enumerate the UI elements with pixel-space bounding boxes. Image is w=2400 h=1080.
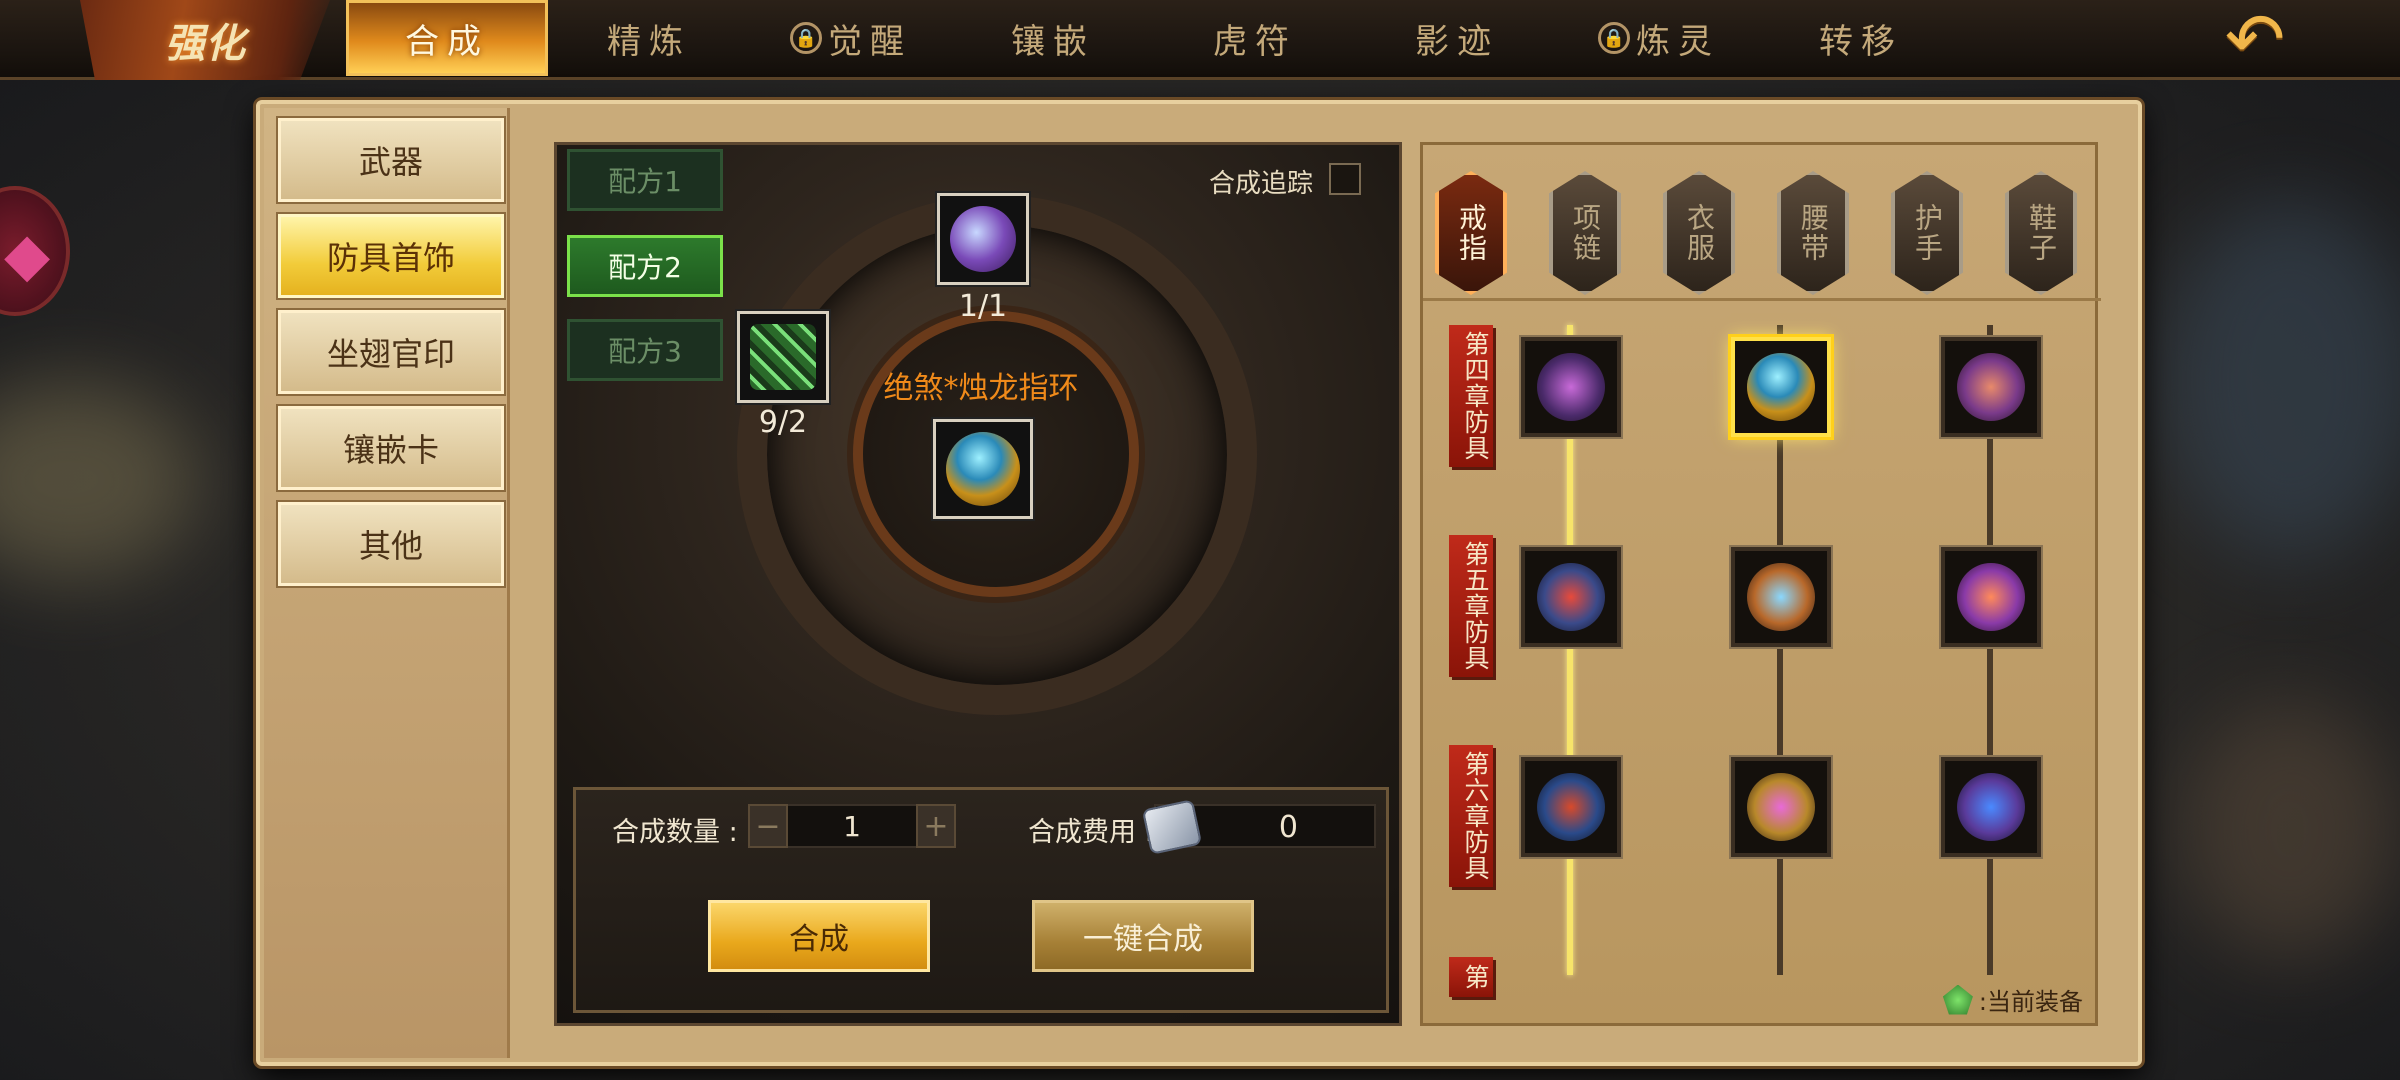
tab-tiger-tally[interactable]: 虎符: [1154, 0, 1356, 76]
category-other[interactable]: 其他: [278, 502, 504, 586]
category-sidebar: 武器 防具首饰 坐翅官印 镶嵌卡 其他: [264, 108, 510, 1058]
one-key-synthesize-button[interactable]: 一键合成: [1032, 900, 1254, 972]
slot-tab-shoes[interactable]: 鞋子: [2005, 171, 2077, 295]
equipment-slot[interactable]: [1941, 337, 2041, 437]
increase-quantity-button[interactable]: +: [916, 804, 956, 848]
ring-icon: [1537, 353, 1605, 421]
top-tabs: 合成 精炼 🔒 觉醒 镶嵌 虎符 影迹 🔒 炼灵 转移: [346, 0, 1962, 80]
ring-icon: [946, 432, 1020, 506]
synthesize-button[interactable]: 合成: [708, 900, 930, 972]
material-ring-slot[interactable]: [937, 193, 1029, 285]
tab-synthesize[interactable]: 合成: [346, 0, 548, 76]
equipment-slot[interactable]: [1941, 757, 2041, 857]
category-inlay-card[interactable]: 镶嵌卡: [278, 406, 504, 490]
chapter-5-label: 第五章防具: [1449, 535, 1493, 677]
ring-icon: [1957, 563, 2025, 631]
quantity-value[interactable]: 1: [788, 804, 916, 848]
quantity-stepper: − 1 +: [748, 804, 956, 848]
cost-value: 0: [1278, 810, 1298, 845]
ring-icon: [1957, 353, 2025, 421]
craft-controls: 合成数量 : − 1 + 合成费用 : 0 合成 一键合成: [573, 787, 1389, 1013]
category-mount-seal[interactable]: 坐翅官印: [278, 310, 504, 394]
material-chain-count: 9/2: [758, 405, 808, 440]
current-equipment-icon: [1942, 984, 1973, 1015]
ring-icon: [1537, 563, 1605, 631]
equipment-slot[interactable]: [1521, 757, 1621, 857]
tab-awaken[interactable]: 🔒 觉醒: [750, 0, 952, 76]
ring-icon: [1747, 773, 1815, 841]
top-nav-bar: 强化 合成 精炼 🔒 觉醒 镶嵌 虎符 影迹 🔒 炼灵 转移 ↶: [0, 0, 2400, 80]
synthesis-panel: 武器 防具首饰 坐翅官印 镶嵌卡 其他 配方1 配方2 配方3 合成追踪 1/1…: [256, 100, 2142, 1066]
tab-shadow-trace[interactable]: 影迹: [1356, 0, 1558, 76]
result-ring-slot[interactable]: [933, 419, 1033, 519]
track-synthesis-checkbox[interactable]: [1329, 163, 1361, 195]
equipment-slot[interactable]: [1941, 547, 2041, 647]
ring-icon: [1747, 563, 1815, 631]
recipe-area: 配方1 配方2 配方3 合成追踪 1/1 9/2 绝煞*烛龙指环 合成数量 : …: [554, 142, 1402, 1026]
background-blur: [2160, 200, 2400, 560]
recipe-2-button[interactable]: 配方2: [567, 235, 723, 297]
equipment-slot[interactable]: [1731, 757, 1831, 857]
category-weapon[interactable]: 武器: [278, 118, 504, 202]
equipment-slot[interactable]: [1521, 547, 1621, 647]
decrease-quantity-button[interactable]: −: [748, 804, 788, 848]
equipment-slot-selected[interactable]: [1731, 337, 1831, 437]
chapter-7-label: 第: [1449, 957, 1493, 997]
side-gem-icon[interactable]: ◆: [0, 186, 70, 316]
ring-icon: [1537, 773, 1605, 841]
tab-spirit-forge[interactable]: 🔒 炼灵: [1558, 0, 1760, 76]
cost-label: 合成费用 :: [1028, 817, 1154, 848]
current-equipment-legend: :当前装备: [1942, 982, 2083, 1017]
silver-currency-icon: [1141, 799, 1203, 855]
track-synthesis-label: 合成追踪: [1208, 169, 1313, 199]
quantity-label: 合成数量 :: [612, 817, 738, 848]
tab-transfer[interactable]: 转移: [1760, 0, 1962, 76]
ring-icon: [1747, 353, 1815, 421]
equipment-tree: 戒指 项链 衣服 腰带 护手 鞋子 第四章防具 第五章防具 第六章防具 第 :当…: [1420, 142, 2101, 1026]
tab-inlay[interactable]: 镶嵌: [952, 0, 1154, 76]
slot-tab-ring[interactable]: 戒指: [1435, 171, 1507, 295]
slot-tab-gloves[interactable]: 护手: [1891, 171, 1963, 295]
material-ring-count: 1/1: [958, 289, 1008, 324]
strengthen-title: 强化: [80, 0, 330, 80]
equipment-slot[interactable]: [1731, 547, 1831, 647]
tab-refine[interactable]: 精炼: [548, 0, 750, 76]
recipe-1-button[interactable]: 配方1: [567, 149, 723, 211]
equipment-slot-tabs: 戒指 项链 衣服 腰带 护手 鞋子: [1423, 151, 2101, 301]
ring-icon: [1957, 773, 2025, 841]
chapter-4-label: 第四章防具: [1449, 325, 1493, 467]
category-armor-jewelry[interactable]: 防具首饰: [278, 214, 504, 298]
slot-tab-clothes[interactable]: 衣服: [1663, 171, 1735, 295]
ring-icon: [950, 206, 1016, 272]
background-blur: [2180, 700, 2400, 960]
cost-field: 0: [1141, 799, 1376, 855]
equipment-slot[interactable]: [1521, 337, 1621, 437]
result-item-name: 绝煞*烛龙指环: [883, 371, 1079, 406]
slot-tab-belt[interactable]: 腰带: [1777, 171, 1849, 295]
lock-icon: 🔒: [1598, 22, 1630, 54]
slot-tab-necklace[interactable]: 项链: [1549, 171, 1621, 295]
background-blur: [0, 380, 200, 580]
back-arrow-icon[interactable]: ↶: [2210, 3, 2300, 75]
lock-icon: 🔒: [790, 22, 822, 54]
chapter-6-label: 第六章防具: [1449, 745, 1493, 887]
